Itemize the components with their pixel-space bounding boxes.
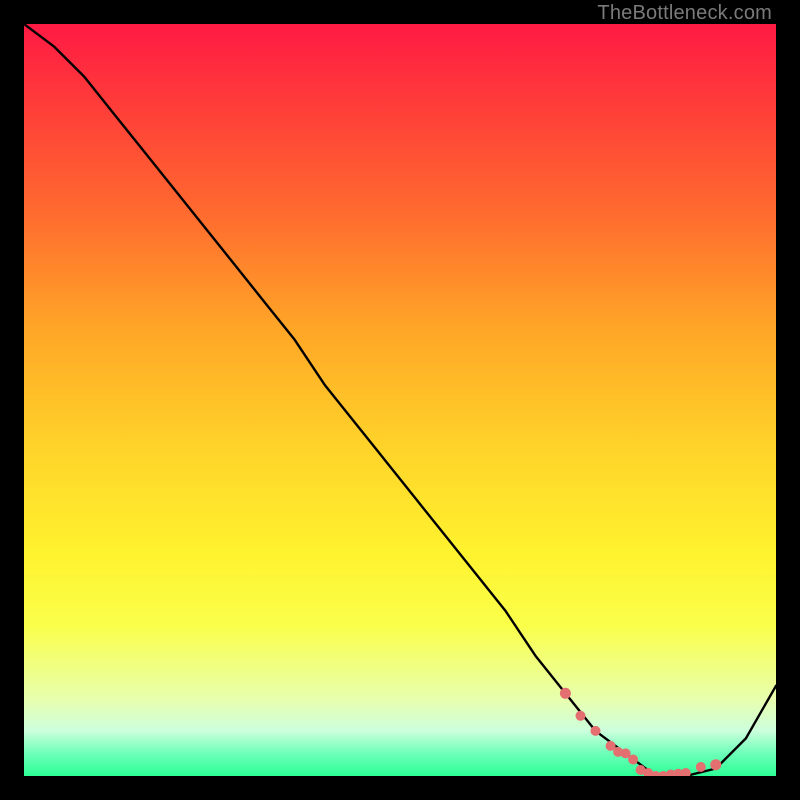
dot bbox=[628, 755, 638, 765]
dot bbox=[621, 748, 631, 758]
dot bbox=[651, 771, 661, 776]
dot bbox=[673, 769, 683, 776]
bottleneck-curve bbox=[24, 24, 776, 776]
chart-area bbox=[24, 24, 776, 776]
dot bbox=[696, 762, 706, 772]
dot bbox=[658, 771, 668, 776]
dot bbox=[681, 768, 691, 776]
dot bbox=[576, 711, 586, 721]
dot bbox=[606, 741, 616, 751]
bottleneck-curve-svg bbox=[24, 24, 776, 776]
dot bbox=[643, 768, 653, 776]
dot bbox=[636, 765, 646, 775]
dot bbox=[591, 726, 601, 736]
dot bbox=[710, 759, 721, 770]
optimal-range-dots bbox=[560, 688, 721, 776]
dot bbox=[613, 747, 623, 757]
watermark-text: TheBottleneck.com bbox=[597, 2, 772, 25]
dot bbox=[666, 770, 676, 777]
dot bbox=[560, 688, 571, 699]
